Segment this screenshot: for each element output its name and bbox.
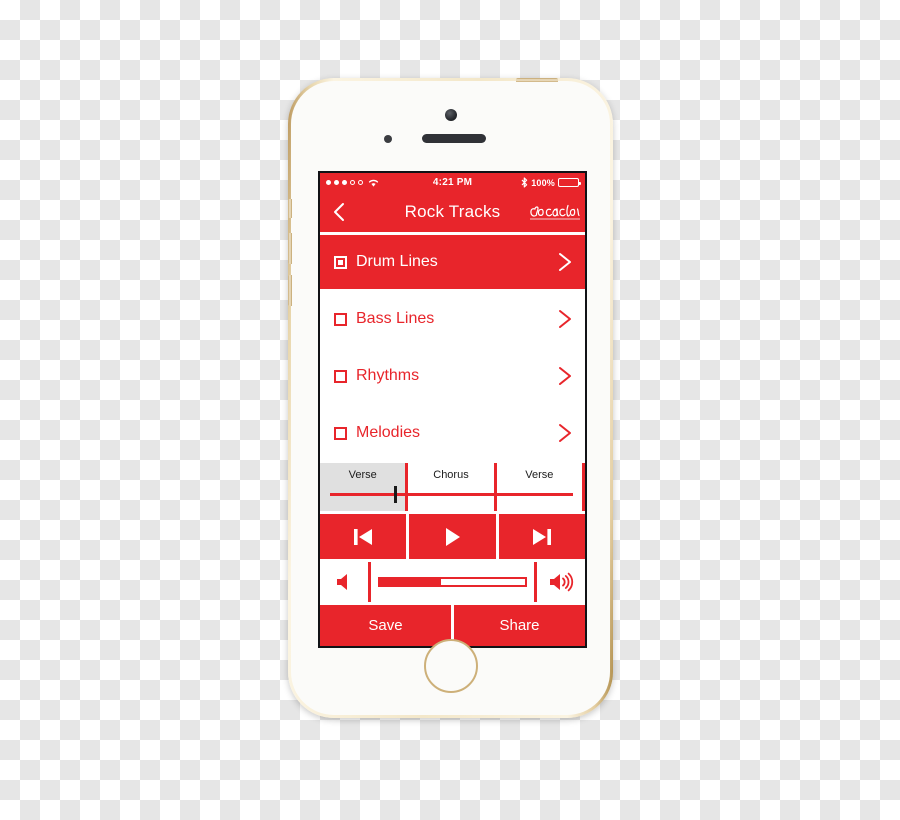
next-track-button[interactable] <box>498 514 585 559</box>
wifi-icon <box>368 179 379 187</box>
status-bar-clock: 4:21 PM <box>432 177 473 188</box>
screen-bezel: 4:21 PM 100% Rock Tracks Drum Lines Bass… <box>318 171 587 648</box>
timeline-segment[interactable]: Chorus <box>408 463 497 511</box>
earpiece-speaker-icon <box>422 134 486 143</box>
share-button[interactable]: Share <box>454 605 585 646</box>
silent-switch[interactable] <box>288 199 292 218</box>
coca-cola-logo <box>530 204 580 220</box>
navigation-bar: Rock Tracks <box>320 192 585 235</box>
phone-front-face: 4:21 PM 100% Rock Tracks Drum Lines Bass… <box>288 78 610 715</box>
battery-percent-label: 100% <box>531 177 556 188</box>
timeline-segment-control[interactable]: Verse Chorus Verse <box>320 463 585 511</box>
track-label: Rhythms <box>356 367 420 384</box>
back-chevron-icon[interactable] <box>328 201 350 223</box>
volume-down-icon-button[interactable] <box>320 562 371 602</box>
home-button[interactable] <box>423 639 478 693</box>
volume-slider[interactable] <box>371 562 534 602</box>
track-row[interactable]: Melodies <box>320 406 585 460</box>
play-icon <box>446 527 461 546</box>
signal-dot-3 <box>342 180 347 185</box>
volume-high-icon <box>550 572 574 592</box>
chevron-right-icon[interactable] <box>555 250 575 274</box>
volume-up-icon-button[interactable] <box>534 562 585 602</box>
checkbox-inner-fill <box>338 259 343 265</box>
checkbox-unchecked-icon[interactable] <box>334 426 347 440</box>
timeline-segment-label: Verse <box>525 469 554 481</box>
chevron-right-icon[interactable] <box>555 421 575 445</box>
volume-slider-track <box>378 577 527 587</box>
play-button[interactable] <box>409 514 499 559</box>
signal-dot-1 <box>326 180 331 185</box>
status-bar: 4:21 PM 100% <box>320 173 585 192</box>
track-label: Drum Lines <box>356 253 438 270</box>
status-bar-left <box>326 178 433 187</box>
track-row[interactable]: Rhythms <box>320 349 585 403</box>
phone-screen: 4:21 PM 100% Rock Tracks Drum Lines Bass… <box>320 173 585 646</box>
transport-controls <box>320 514 585 559</box>
bluetooth-icon <box>521 177 528 188</box>
skip-next-icon <box>532 528 551 545</box>
timeline-segment-label: Verse <box>348 469 377 481</box>
signal-dot-5 <box>358 180 363 185</box>
previous-track-button[interactable] <box>320 514 410 559</box>
signal-dot-2 <box>334 180 339 185</box>
checkbox-unchecked-icon[interactable] <box>334 369 347 383</box>
chevron-right-icon[interactable] <box>555 307 575 331</box>
status-bar-center: 4:21 PM <box>433 177 472 188</box>
volume-control-bar <box>320 562 585 602</box>
signal-dot-4 <box>350 180 355 185</box>
track-list: Drum Lines Bass Lines Rhythms Melodies <box>320 235 585 463</box>
timeline-segment[interactable]: Verse <box>496 463 585 511</box>
chevron-right-icon[interactable] <box>555 364 575 388</box>
power-button[interactable] <box>516 78 558 82</box>
iphone-device-frame: 4:21 PM 100% Rock Tracks Drum Lines Bass… <box>288 78 613 718</box>
battery-full-icon <box>558 178 582 187</box>
timeline-playhead[interactable] <box>394 486 398 503</box>
skip-previous-icon <box>354 528 373 545</box>
volume-slider-fill <box>380 579 441 585</box>
track-row[interactable]: Drum Lines <box>320 235 585 289</box>
track-label: Melodies <box>356 424 421 441</box>
volume-up-button[interactable] <box>288 233 292 264</box>
proximity-sensor-icon <box>384 135 392 143</box>
status-bar-right: 100% <box>472 177 582 188</box>
track-row[interactable]: Bass Lines <box>320 292 585 346</box>
save-button[interactable]: Save <box>320 605 454 646</box>
volume-down-button[interactable] <box>288 275 292 306</box>
volume-low-icon <box>337 574 347 590</box>
timeline-progress-line <box>330 493 573 496</box>
checkbox-unchecked-icon[interactable] <box>334 312 347 326</box>
front-camera-icon <box>444 109 457 121</box>
track-label: Bass Lines <box>356 310 435 327</box>
checkbox-checked-icon[interactable] <box>334 255 347 269</box>
timeline-segment-label: Chorus <box>433 469 469 481</box>
